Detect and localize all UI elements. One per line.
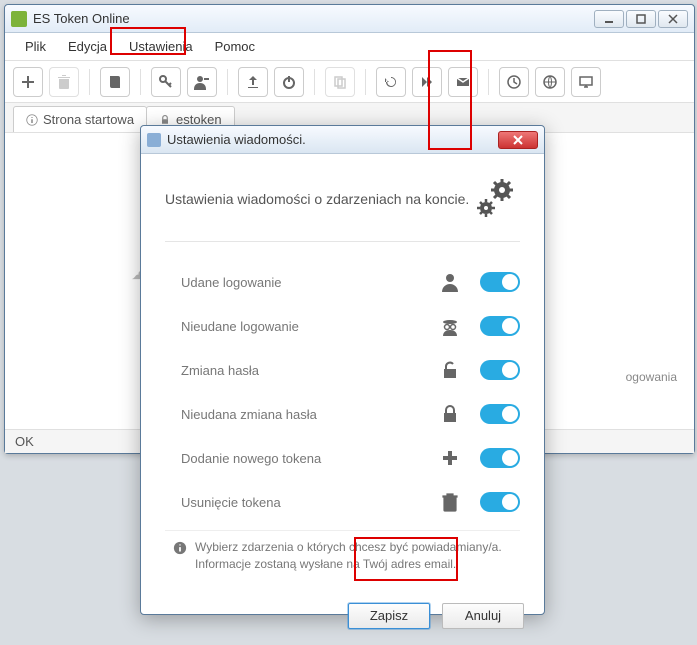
status-text: OK: [15, 434, 34, 449]
toolbar: [5, 61, 694, 103]
toggle-pwd-change-fail[interactable]: [480, 404, 520, 424]
titlebar: ES Token Online: [5, 5, 694, 33]
dialog-info: Wybierz zdarzenia o których chcesz być p…: [165, 530, 520, 577]
label-token-add: Dodanie nowego tokena: [165, 451, 434, 466]
row-pwd-change: Zmiana hasła: [165, 348, 520, 392]
spy-icon: [434, 316, 466, 336]
label-pwd-change: Zmiana hasła: [165, 363, 434, 378]
maximize-button[interactable]: [626, 10, 656, 28]
row-token-del: Usunięcie tokena: [165, 480, 520, 524]
minimize-button[interactable]: [594, 10, 624, 28]
dialog-heading: Ustawienia wiadomości o zdarzeniach na k…: [165, 191, 469, 207]
forward-button[interactable]: [412, 67, 442, 97]
tab-start[interactable]: Strona startowa: [13, 106, 147, 132]
trash-icon: [434, 492, 466, 512]
bg-note-text: ogowania: [626, 370, 677, 384]
history-button[interactable]: [376, 67, 406, 97]
close-button[interactable]: [658, 10, 688, 28]
window-title: ES Token Online: [33, 11, 594, 26]
tab-start-label: Strona startowa: [43, 112, 134, 127]
delete-button[interactable]: [49, 67, 79, 97]
toggle-token-add[interactable]: [480, 448, 520, 468]
unlock-icon: [434, 360, 466, 380]
power-button[interactable]: [274, 67, 304, 97]
menu-file[interactable]: Plik: [15, 35, 56, 58]
menu-help[interactable]: Pomoc: [205, 35, 265, 58]
menubar: Plik Edycja Ustawienia Pomoc: [5, 33, 694, 61]
display-button[interactable]: [571, 67, 601, 97]
lock-icon: [434, 404, 466, 424]
export-button[interactable]: [238, 67, 268, 97]
menu-settings[interactable]: Ustawienia: [119, 35, 203, 58]
globe-button[interactable]: [535, 67, 565, 97]
menu-edit[interactable]: Edycja: [58, 35, 117, 58]
person-icon: [434, 272, 466, 292]
label-login-fail: Nieudane logowanie: [165, 319, 434, 334]
row-token-add: Dodanie nowego tokena: [165, 436, 520, 480]
lock-icon: [159, 114, 171, 126]
app-icon: [11, 11, 27, 27]
dialog-titlebar: Ustawienia wiadomości.: [141, 126, 544, 154]
toggle-login-fail[interactable]: [480, 316, 520, 336]
book-button[interactable]: [100, 67, 130, 97]
row-login-ok: Udane logowanie: [165, 260, 520, 304]
user-remove-button[interactable]: [187, 67, 217, 97]
dialog-close-button[interactable]: [498, 131, 538, 149]
toggle-token-del[interactable]: [480, 492, 520, 512]
gears-icon: [470, 172, 520, 225]
mail-button[interactable]: [448, 67, 478, 97]
key-button[interactable]: [151, 67, 181, 97]
plus-icon: [434, 448, 466, 468]
clock-button[interactable]: [499, 67, 529, 97]
info-icon: [173, 541, 187, 555]
copy-button[interactable]: [325, 67, 355, 97]
dialog-info-text: Wybierz zdarzenia o których chcesz być p…: [195, 539, 516, 573]
row-login-fail: Nieudane logowanie: [165, 304, 520, 348]
label-token-del: Usunięcie tokena: [165, 495, 434, 510]
toggle-pwd-change[interactable]: [480, 360, 520, 380]
settings-dialog: Ustawienia wiadomości. Ustawienia wiadom…: [140, 125, 545, 615]
toggle-login-ok[interactable]: [480, 272, 520, 292]
label-login-ok: Udane logowanie: [165, 275, 434, 290]
add-button[interactable]: [13, 67, 43, 97]
dialog-title: Ustawienia wiadomości.: [167, 132, 498, 147]
info-icon: [26, 114, 38, 126]
label-pwd-change-fail: Nieudana zmiana hasła: [165, 407, 434, 422]
row-pwd-change-fail: Nieudana zmiana hasła: [165, 392, 520, 436]
dialog-icon: [147, 133, 161, 147]
